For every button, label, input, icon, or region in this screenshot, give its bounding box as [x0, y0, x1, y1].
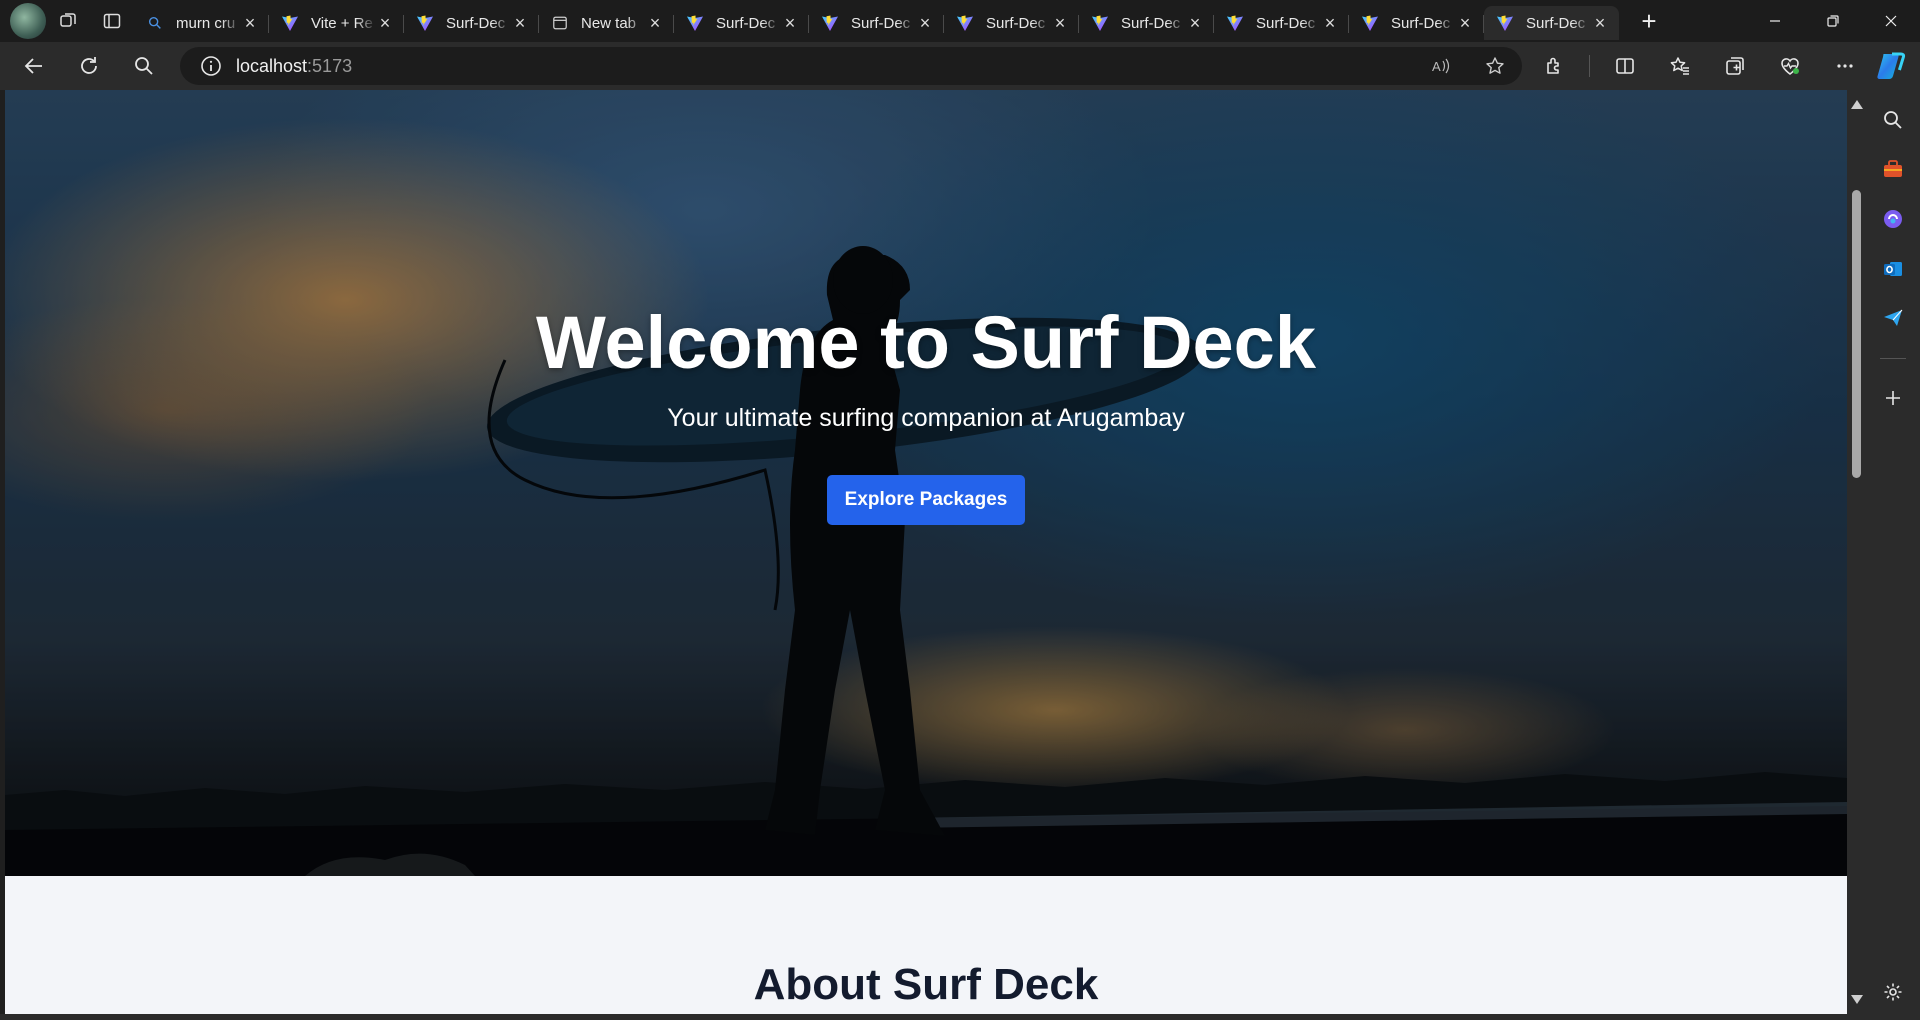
collections-icon[interactable] — [1715, 47, 1755, 85]
close-tab-icon[interactable]: × — [781, 14, 799, 32]
svg-text:A: A — [1432, 59, 1441, 74]
site-info-icon[interactable] — [200, 55, 222, 77]
edge-sidebar — [1866, 90, 1920, 1020]
vite-icon — [1361, 14, 1379, 32]
url-host: localhost — [236, 55, 308, 76]
new-tab-button[interactable]: + — [1627, 3, 1671, 39]
window-bottom-edge — [0, 1014, 1866, 1020]
favorite-star-icon[interactable] — [1478, 49, 1512, 83]
vertical-tabs-icon[interactable] — [90, 3, 134, 39]
close-tab-icon[interactable]: × — [1186, 14, 1204, 32]
explore-packages-button[interactable]: Explore Packages — [827, 475, 1025, 525]
refresh-button[interactable] — [68, 47, 110, 85]
vite-icon — [281, 14, 299, 32]
close-tab-icon[interactable]: × — [1051, 14, 1069, 32]
scroll-up-arrow-icon[interactable] — [1851, 100, 1863, 109]
browser-tab[interactable]: Surf-Dec × — [944, 6, 1079, 40]
vite-icon — [956, 14, 974, 32]
tab-title: Surf-Dec — [446, 14, 506, 32]
browser-tab[interactable]: Surf-Dec × — [1079, 6, 1214, 40]
window-controls — [1746, 0, 1920, 42]
browser-essentials-icon[interactable] — [1770, 47, 1810, 85]
tab-list: murn cru × Vite + Re × Surf-Dec × New tab × Surf… — [134, 0, 1619, 42]
tab-title: Surf-Dec — [851, 14, 911, 32]
toolbar-divider — [1589, 55, 1590, 77]
tab-strip: murn cru × Vite + Re × Surf-Dec × New tab × Surf… — [0, 0, 1920, 42]
browser-tab[interactable]: New tab × — [539, 6, 674, 40]
vite-icon — [1496, 14, 1514, 32]
vite-icon — [416, 14, 434, 32]
browser-tab[interactable]: Vite + Re × — [269, 6, 404, 40]
browser-tab[interactable]: Surf-Dec × — [1214, 6, 1349, 40]
search-icon[interactable] — [123, 47, 165, 85]
browser-toolbar: localhost:5173 A — [0, 42, 1920, 90]
about-section-title: About Surf Deck — [753, 960, 1099, 1009]
url-text[interactable]: localhost:5173 — [236, 56, 352, 77]
tab-title: Surf-Dec — [716, 14, 776, 32]
close-tab-icon[interactable]: × — [1591, 14, 1609, 32]
close-tab-icon[interactable]: × — [646, 14, 664, 32]
browser-tab[interactable]: Surf-Dec × — [674, 6, 809, 40]
sidebar-send-icon[interactable] — [1878, 303, 1908, 333]
hero-section: Welcome to Surf Deck Your ultimate surfi… — [5, 90, 1847, 876]
page-scrollbar[interactable] — [1847, 90, 1866, 1014]
address-bar[interactable]: localhost:5173 A — [180, 47, 1522, 85]
tab-title: Surf-Dec — [1526, 14, 1586, 32]
close-tab-icon[interactable]: × — [1456, 14, 1474, 32]
copilot-icon[interactable] — [1875, 51, 1907, 81]
sidebar-outlook-icon[interactable] — [1878, 254, 1908, 284]
sidebar-search-icon[interactable] — [1878, 105, 1908, 135]
close-tab-icon[interactable]: × — [511, 14, 529, 32]
sidebar-copilot-icon[interactable] — [1878, 204, 1908, 234]
browser-tab[interactable]: Surf-Dec × — [404, 6, 539, 40]
browser-tab[interactable]: Surf-Dec × — [1349, 6, 1484, 40]
scroll-down-arrow-icon[interactable] — [1851, 995, 1863, 1004]
scroll-thumb[interactable] — [1852, 190, 1861, 478]
browser-tab[interactable]: murn cru × — [134, 6, 269, 40]
tab-title: Surf-Dec — [986, 14, 1046, 32]
sidebar-settings-icon[interactable] — [1878, 977, 1908, 1007]
close-window-button[interactable] — [1862, 0, 1920, 42]
sidebar-divider — [1880, 358, 1906, 359]
tab-title: murn cru — [176, 14, 236, 32]
back-button[interactable] — [13, 47, 55, 85]
restore-button[interactable] — [1804, 0, 1862, 42]
tab-title: Surf-Dec — [1121, 14, 1181, 32]
more-menu-icon[interactable] — [1825, 47, 1865, 85]
browser-tab[interactable]: Surf-Dec × — [809, 6, 944, 40]
hero-subtitle: Your ultimate surfing companion at Aruga… — [667, 404, 1185, 432]
new-tab-page-icon — [551, 14, 569, 32]
vite-icon — [1226, 14, 1244, 32]
favorites-icon[interactable] — [1660, 47, 1700, 85]
url-port: :5173 — [307, 55, 353, 76]
tab-title: Surf-Dec — [1256, 14, 1316, 32]
close-tab-icon[interactable]: × — [241, 14, 259, 32]
vite-icon — [1091, 14, 1109, 32]
tab-title: Surf-Dec — [1391, 14, 1451, 32]
sidebar-add-icon[interactable] — [1878, 383, 1908, 413]
extensions-icon[interactable] — [1534, 47, 1574, 85]
page-viewport: Welcome to Surf Deck Your ultimate surfi… — [5, 90, 1847, 1014]
search-icon — [146, 14, 164, 32]
split-screen-icon[interactable] — [1605, 47, 1645, 85]
sidebar-tools-icon[interactable] — [1878, 154, 1908, 184]
workspaces-icon[interactable] — [46, 3, 90, 39]
browser-tab[interactable]: Surf-Dec × — [1484, 6, 1619, 40]
tab-title: Vite + Re — [311, 14, 373, 32]
hero-title: Welcome to Surf Deck — [536, 301, 1316, 384]
vite-icon — [686, 14, 704, 32]
tab-title: New tab — [581, 14, 637, 32]
vite-icon — [821, 14, 839, 32]
read-aloud-icon[interactable]: A — [1424, 49, 1458, 83]
profile-avatar[interactable] — [10, 3, 46, 39]
close-tab-icon[interactable]: × — [916, 14, 934, 32]
close-tab-icon[interactable]: × — [376, 14, 394, 32]
close-tab-icon[interactable]: × — [1321, 14, 1339, 32]
minimize-button[interactable] — [1746, 0, 1804, 42]
